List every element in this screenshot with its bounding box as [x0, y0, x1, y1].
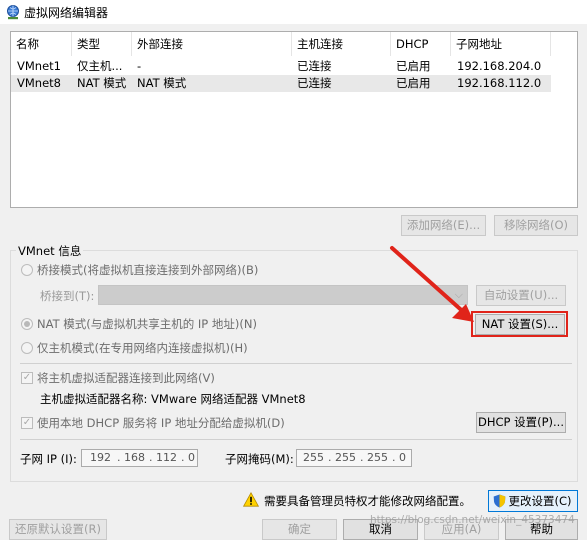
ip-octet: 192 [90, 451, 111, 464]
cell-host: 已连接 [297, 59, 332, 73]
mask-octet: 0 [399, 451, 406, 464]
network-globe-icon [7, 5, 19, 20]
divider [20, 439, 572, 440]
cell-external: - [137, 59, 142, 73]
column-header-dhcp[interactable]: DHCP [391, 32, 451, 56]
auto-settings-button[interactable]: 自动设置(U)... [476, 285, 566, 306]
cell-subnet: 192.168.112.0 [457, 76, 542, 90]
mask-octet: 255 [303, 451, 324, 464]
cell-type: 仅主机... [77, 59, 123, 73]
subnet-ip-input[interactable]: 192 . 168 . 112 . 0 [81, 449, 198, 467]
nat-mode-radio[interactable] [21, 318, 33, 330]
column-header-name[interactable]: 名称 [11, 32, 72, 56]
dhcp-settings-button[interactable]: DHCP 设置(P)... [476, 412, 566, 433]
use-dhcp-checkbox[interactable]: ✓ [21, 417, 33, 429]
ip-dot: . [181, 451, 185, 464]
connect-adapter-label[interactable]: 将主机虚拟适配器连接到此网络(V) [37, 370, 215, 386]
cell-name: VMnet1 [17, 59, 61, 73]
column-header-external[interactable]: 外部连接 [132, 32, 292, 56]
column-header-type[interactable]: 类型 [72, 32, 132, 56]
subnet-mask-label: 子网掩码(M): [225, 452, 294, 466]
adapter-name-text: 主机虚拟适配器名称: VMware 网络适配器 VMnet8 [40, 392, 306, 406]
bridge-mode-radio[interactable] [21, 264, 33, 276]
remove-network-button[interactable]: 移除网络(O) [494, 215, 578, 236]
bridge-to-label: 桥接到(T): [40, 289, 95, 303]
cell-host: 已连接 [297, 76, 332, 90]
ip-dot: . [328, 451, 332, 464]
shield-icon [493, 494, 506, 508]
host-only-label[interactable]: 仅主机模式(在专用网络内连接虚拟机)(H) [37, 340, 248, 356]
table-row-selected[interactable]: VMnet8 NAT 模式 NAT 模式 已连接 已启用 192.168.112… [11, 75, 551, 92]
annotation-arrow [390, 246, 474, 322]
ip-octet: 112 [156, 451, 177, 464]
window-title: 虚拟网络编辑器 [24, 6, 109, 20]
warning-icon [243, 492, 259, 507]
use-dhcp-label[interactable]: 使用本地 DHCP 服务将 IP 地址分配给虚拟机(D) [37, 415, 285, 431]
admin-message: 需要具备管理员特权才能修改网络配置。 [264, 494, 471, 508]
table-row[interactable]: VMnet1 仅主机... - 已连接 已启用 192.168.204.0 [11, 58, 551, 75]
cell-subnet: 192.168.204.0 [457, 59, 542, 73]
bridge-mode-label[interactable]: 桥接模式(将虚拟机直接连接到外部网络)(B) [37, 262, 258, 278]
ip-dot: . [117, 451, 121, 464]
cell-dhcp: 已启用 [396, 59, 431, 73]
subnet-mask-input[interactable]: 255 . 255 . 255 . 0 [296, 449, 412, 467]
connect-adapter-checkbox[interactable]: ✓ [21, 372, 33, 384]
ip-dot: . [392, 451, 396, 464]
watermark: https://blog.csdn.net/weixin_45373474 [370, 514, 575, 526]
mask-octet: 255 [335, 451, 356, 464]
ip-dot: . [360, 451, 364, 464]
change-settings-button[interactable]: 更改设置(C) [488, 490, 578, 512]
add-network-button[interactable]: 添加网络(E)... [401, 215, 486, 236]
cell-name: VMnet8 [17, 76, 61, 90]
cell-dhcp: 已启用 [396, 76, 431, 90]
mask-octet: 255 [367, 451, 388, 464]
cell-type: NAT 模式 [77, 76, 127, 90]
ip-octet: 168 [124, 451, 145, 464]
subnet-ip-label: 子网 IP (I): [20, 452, 77, 466]
ip-octet: 0 [188, 451, 195, 464]
nat-mode-label[interactable]: NAT 模式(与虚拟机共享主机的 IP 地址)(N) [37, 316, 257, 332]
vmnet-info-title: VMnet 信息 [16, 243, 84, 259]
title-bar: 虚拟网络编辑器 [0, 0, 587, 25]
divider [20, 363, 572, 364]
host-only-radio[interactable] [21, 342, 33, 354]
annotation-highlight-box [471, 311, 568, 337]
column-header-subnet[interactable]: 子网地址 [451, 32, 551, 56]
column-header-host[interactable]: 主机连接 [292, 32, 391, 56]
network-list[interactable]: 名称 类型 外部连接 主机连接 DHCP 子网地址 VMnet1 仅主机... … [10, 31, 578, 208]
cell-external: NAT 模式 [137, 76, 187, 90]
change-settings-label: 更改设置(C) [508, 494, 572, 508]
ip-dot: . [149, 451, 153, 464]
